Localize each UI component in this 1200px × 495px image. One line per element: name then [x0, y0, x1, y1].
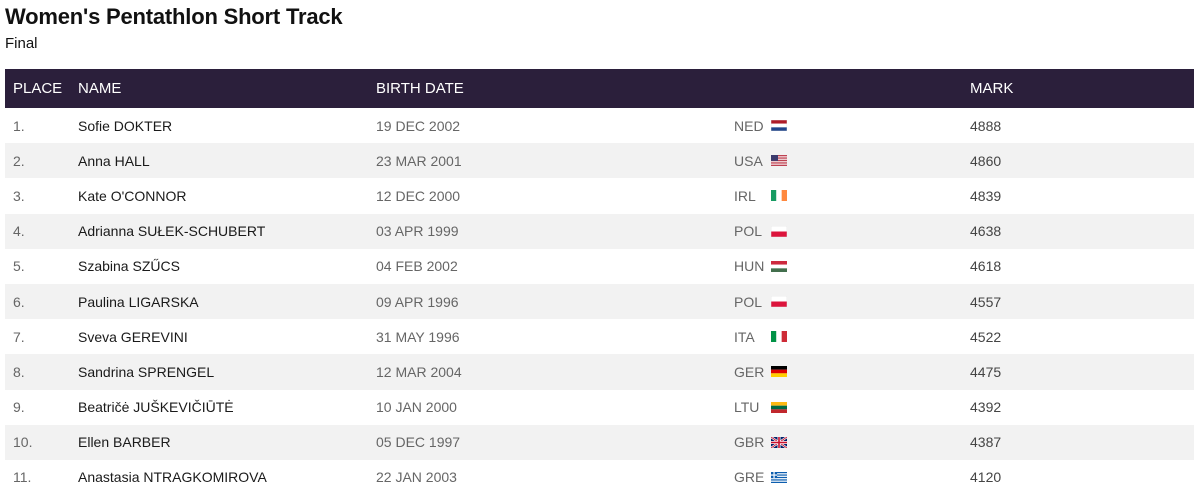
birth-date-cell: 12 MAR 2004	[376, 363, 462, 380]
place-cell: 2.	[13, 152, 25, 169]
country-cell: USA	[734, 143, 970, 178]
table-row[interactable]: 11. Anastasia NTRAGKOMIROVA 22 JAN 2003 GRE…	[5, 460, 1194, 495]
athlete-name-link[interactable]: Paulina LIGARSKA	[78, 284, 376, 319]
flag-irl-icon	[771, 190, 787, 202]
flag-usa-icon	[771, 155, 787, 167]
country-cell: GBR	[734, 425, 970, 460]
table-row[interactable]: 6. Paulina LIGARSKA 09 APR 1996 POL 4557	[5, 283, 1194, 320]
mark-cell: 4120	[970, 469, 1002, 486]
athlete-name-link[interactable]: Kate O'CONNOR	[78, 178, 376, 213]
table-row[interactable]: 9. Beatričė JUŠKEVIČIŪTĖ 10 JAN 2000 LTU 439…	[5, 390, 1194, 425]
country-code: GBR	[734, 434, 765, 451]
results-table-header: PLACE NAME BIRTH DATE MARK	[5, 69, 1194, 108]
country-code: USA	[734, 152, 763, 169]
flag-ltu-icon	[771, 401, 787, 413]
mark-cell: 4392	[970, 399, 1002, 416]
table-row[interactable]: 3. Kate O'CONNOR 12 DEC 2000 IRL 4839	[5, 178, 1194, 213]
country-code: ITA	[734, 328, 755, 345]
table-row[interactable]: 4. Adrianna SUŁEK-SCHUBERT 03 APR 1999 POL 4…	[5, 213, 1194, 249]
athlete-name-link[interactable]: Sofie DOKTER	[78, 108, 376, 143]
athlete-name-link[interactable]: Adrianna SUŁEK-SCHUBERT	[78, 214, 376, 249]
birth-date-cell: 23 MAR 2001	[376, 152, 462, 169]
flag-ger-icon	[771, 366, 787, 378]
header-name[interactable]: NAME	[78, 69, 376, 108]
birth-date-cell: 31 MAY 1996	[376, 328, 460, 345]
country-cell: HUN	[734, 249, 970, 284]
country-code: LTU	[734, 399, 760, 416]
country-code: POL	[734, 293, 763, 310]
place-cell: 9.	[13, 399, 25, 416]
place-cell: 11.	[13, 469, 32, 486]
country-code: GRE	[734, 469, 765, 486]
header-country	[734, 69, 970, 108]
page-title: Women's Pentathlon Short Track	[5, 4, 343, 29]
birth-date-cell: 05 DEC 1997	[376, 434, 461, 451]
mark-cell: 4387	[970, 434, 1002, 451]
country-code: IRL	[734, 187, 756, 204]
birth-date-cell: 09 APR 1996	[376, 293, 459, 310]
athlete-name-link[interactable]: Sveva GEREVINI	[78, 319, 376, 354]
results-table: PLACE NAME BIRTH DATE MARK 1. Sofie DOKTE…	[5, 69, 1194, 495]
mark-cell: 4557	[970, 293, 1002, 310]
country-code: NED	[734, 117, 764, 134]
birth-date-cell: 19 DEC 2002	[376, 117, 461, 134]
country-cell: POL	[734, 284, 970, 319]
table-row[interactable]: 8. Sandrina SPRENGEL 12 MAR 2004 GER 4475	[5, 354, 1194, 390]
header-place[interactable]: PLACE	[5, 69, 78, 108]
mark-cell: 4522	[970, 328, 1002, 345]
athlete-name-link[interactable]: Szabina SZŰCS	[78, 249, 376, 284]
flag-ned-icon	[771, 120, 787, 132]
birth-date-cell: 12 DEC 2000	[376, 187, 461, 204]
table-row[interactable]: 7. Sveva GEREVINI 31 MAY 1996 ITA 4522	[5, 319, 1194, 354]
table-row[interactable]: 10. Ellen BARBER 05 DEC 1997 GBR 4387	[5, 424, 1194, 460]
country-cell: LTU	[734, 390, 970, 425]
place-cell: 7.	[13, 328, 25, 345]
mark-cell: 4475	[970, 363, 1002, 380]
athlete-name-link[interactable]: Sandrina SPRENGEL	[78, 354, 376, 389]
country-code: HUN	[734, 258, 765, 275]
mark-cell: 4888	[970, 117, 1002, 134]
birth-date-cell: 10 JAN 2000	[376, 399, 457, 416]
header-birth-date[interactable]: BIRTH DATE	[376, 69, 734, 108]
athlete-name-link[interactable]: Anna HALL	[78, 143, 376, 178]
country-cell: NED	[734, 108, 970, 143]
flag-gbr-icon	[771, 436, 787, 448]
table-row[interactable]: 2. Anna HALL 23 MAR 2001 USA 4860	[5, 143, 1194, 179]
place-cell: 4.	[13, 223, 25, 240]
round-label: Final	[5, 35, 38, 52]
athlete-name-link[interactable]: Ellen BARBER	[78, 425, 376, 460]
mark-cell: 4860	[970, 152, 1002, 169]
flag-pol-icon	[771, 225, 787, 237]
place-cell: 8.	[13, 363, 25, 380]
flag-hun-icon	[771, 260, 787, 272]
place-cell: 5.	[13, 258, 25, 275]
country-code: GER	[734, 363, 765, 380]
country-cell: ITA	[734, 319, 970, 354]
athlete-name-link[interactable]: Beatričė JUŠKEVIČIŪTĖ	[78, 390, 376, 425]
birth-date-cell: 04 FEB 2002	[376, 258, 458, 275]
country-cell: GER	[734, 354, 970, 389]
table-row[interactable]: 5. Szabina SZŰCS 04 FEB 2002 HUN 4618	[5, 249, 1194, 284]
place-cell: 1.	[13, 117, 25, 134]
header-mark[interactable]: MARK	[970, 69, 1194, 108]
mark-cell: 4618	[970, 258, 1002, 275]
table-row[interactable]: 1. Sofie DOKTER 19 DEC 2002 NED 4888	[5, 108, 1194, 143]
place-cell: 10.	[13, 434, 33, 451]
birth-date-cell: 03 APR 1999	[376, 223, 459, 240]
mark-cell: 4839	[970, 187, 1002, 204]
place-cell: 6.	[13, 293, 25, 310]
header-row: PLACE NAME BIRTH DATE MARK	[5, 69, 1194, 108]
flag-ita-icon	[771, 331, 787, 343]
results-table-body: 1. Sofie DOKTER 19 DEC 2002 NED 4888 2. Anna H…	[5, 108, 1194, 495]
country-cell: GRE	[734, 460, 970, 495]
place-cell: 3.	[13, 187, 25, 204]
mark-cell: 4638	[970, 223, 1002, 240]
athlete-name-link[interactable]: Anastasia NTRAGKOMIROVA	[78, 460, 376, 495]
flag-gre-icon	[771, 471, 787, 483]
flag-pol-icon	[771, 296, 787, 308]
birth-date-cell: 22 JAN 2003	[376, 469, 457, 486]
country-cell: IRL	[734, 178, 970, 213]
country-code: POL	[734, 223, 763, 240]
country-cell: POL	[734, 214, 970, 249]
